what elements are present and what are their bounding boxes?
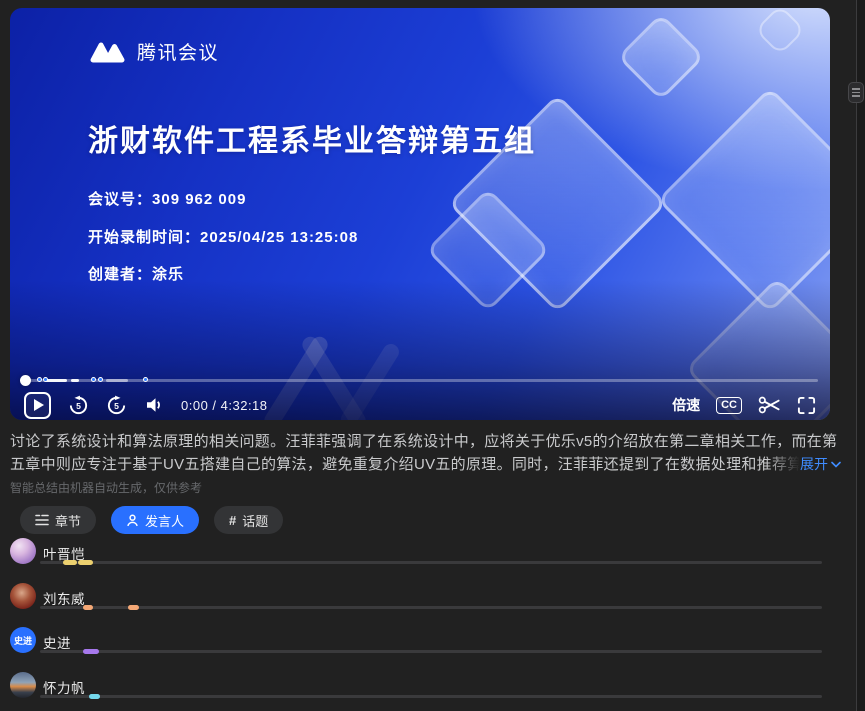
panel-divider [856, 0, 857, 711]
speaker-row: 刘东威 [10, 583, 822, 628]
speaker-name: 史进 [43, 632, 71, 652]
forward-5s-button[interactable]: 5 [106, 395, 127, 416]
speech-segment[interactable] [128, 605, 138, 610]
meeting-number: 会议号：309 962 009 [88, 188, 246, 209]
tencent-meeting-logo-icon [88, 39, 128, 64]
avatar [10, 538, 36, 564]
chapter-marker-dot[interactable] [98, 377, 103, 382]
speaker-timeline[interactable] [40, 561, 822, 564]
speaker-timeline[interactable] [40, 650, 822, 653]
creator: 创建者：涂乐 [88, 263, 184, 284]
fullscreen-button[interactable] [797, 396, 816, 415]
speaker-name: 刘东威 [43, 588, 85, 608]
progress-bar[interactable] [22, 379, 818, 382]
record-start-time: 开始录制时间：2025/04/25 13:25:08 [88, 226, 358, 247]
panel-drag-handle[interactable] [848, 82, 864, 103]
speaker-row: 怀力帆 [10, 672, 822, 711]
brand: 腾讯会议 [88, 38, 219, 65]
rewind-5s-button[interactable]: 5 [68, 395, 89, 416]
avatar [10, 583, 36, 609]
cube-outline [755, 8, 806, 55]
tab-chapters[interactable]: 章节 [20, 506, 96, 534]
video-surface[interactable]: 腾讯会议 浙财软件工程系毕业答辩第五组 会议号：309 962 009 开始录制… [10, 8, 830, 420]
svg-text:5: 5 [114, 401, 119, 411]
speech-segment[interactable] [83, 605, 93, 610]
played-segment [106, 379, 128, 382]
time-display: 0:00 / 4:32:18 [181, 398, 268, 413]
avatar [10, 672, 36, 698]
svg-text:5: 5 [76, 401, 81, 411]
speech-segment[interactable] [83, 649, 99, 654]
expand-button[interactable]: 展开 [766, 453, 841, 476]
playback-speed-button[interactable]: 倍速 [672, 395, 700, 415]
player-controls: 5 5 0:00 / 4:32:18 倍速 CC [24, 390, 816, 420]
play-button[interactable] [24, 392, 51, 419]
chapter-marker-dot[interactable] [143, 377, 148, 382]
chapter-list-icon [35, 514, 49, 526]
tab-bar: 章节 发言人 # 话题 [20, 506, 283, 534]
brand-name: 腾讯会议 [137, 38, 219, 65]
playhead[interactable] [20, 375, 31, 386]
clip-scissors-button[interactable] [758, 395, 781, 415]
video-player: 腾讯会议 浙财软件工程系毕业答辩第五组 会议号：309 962 009 开始录制… [10, 8, 830, 420]
played-segment [45, 379, 67, 382]
speech-segment[interactable] [63, 560, 77, 565]
speaker-row: 叶晋恺 [10, 538, 822, 583]
person-icon [126, 514, 139, 527]
chapter-marker-dot[interactable] [37, 377, 42, 382]
speaker-timeline[interactable] [40, 695, 822, 698]
subtitles-cc-button[interactable]: CC [716, 397, 742, 414]
chevron-down-icon [831, 461, 841, 468]
volume-icon[interactable] [144, 395, 164, 415]
tab-topics[interactable]: # 话题 [214, 506, 283, 534]
right-panel-strip [857, 0, 865, 711]
speaker-row: 史进史进 [10, 627, 822, 672]
speaker-timeline[interactable] [40, 606, 822, 609]
played-segment [71, 379, 79, 382]
tab-speakers[interactable]: 发言人 [111, 506, 199, 534]
hash-icon: # [229, 513, 236, 528]
avatar: 史进 [10, 627, 36, 653]
chapter-marker-dot[interactable] [91, 377, 96, 382]
speech-segment[interactable] [89, 694, 100, 699]
glass-cube [617, 13, 705, 101]
speaker-list: 叶晋恺刘东威史进史进怀力帆 [10, 538, 822, 711]
play-icon [34, 399, 44, 411]
ai-summary-disclaimer: 智能总结由机器自动生成，仅供参考 [10, 479, 202, 496]
ai-summary-text: 讨论了系统设计和算法原理的相关问题。汪菲菲强调了在系统设计中，应将关于优乐v5的… [10, 430, 840, 476]
speaker-name: 怀力帆 [43, 677, 85, 697]
slide-title: 浙财软件工程系毕业答辩第五组 [88, 116, 536, 160]
speech-segment[interactable] [78, 560, 93, 565]
